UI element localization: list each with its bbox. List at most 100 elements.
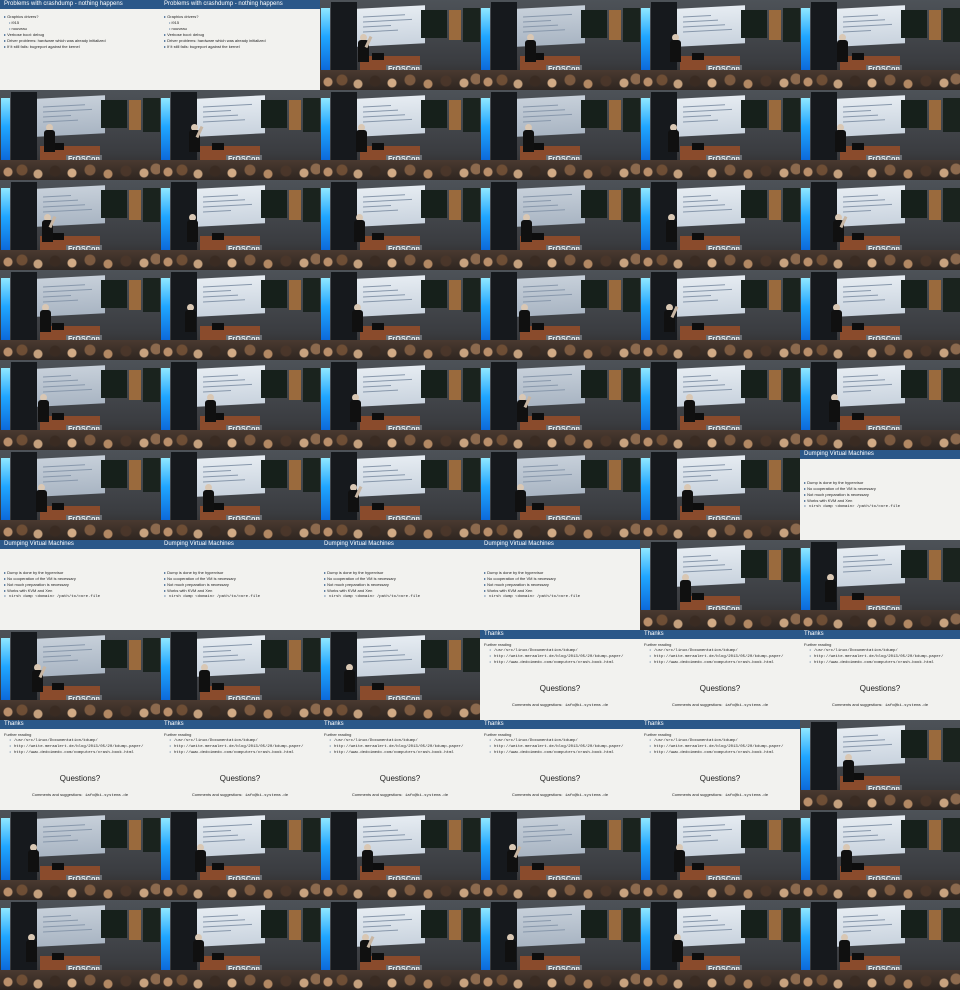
- window: [129, 280, 141, 310]
- projection-screen: [517, 905, 585, 947]
- screen-text-line: [363, 834, 405, 838]
- blue-light-panel: [1, 368, 10, 432]
- screen-text-line: [843, 750, 871, 753]
- audience: [320, 700, 480, 720]
- blue-light-panel: [161, 638, 170, 702]
- screen-text-line: [523, 824, 558, 828]
- laptop: [692, 503, 704, 510]
- audience: [160, 340, 320, 360]
- blue-light-panel: [321, 278, 330, 342]
- audience: [640, 520, 800, 540]
- speaker-body: [352, 310, 363, 332]
- slide-link: http://www.dedoimedo.com/computers/crash…: [484, 660, 638, 666]
- screen-text-line: [363, 118, 412, 123]
- screen-text-line: [203, 919, 245, 923]
- laptop: [372, 953, 384, 960]
- screen-text-line: [363, 389, 398, 393]
- speaker-body: [670, 40, 681, 62]
- audience: [640, 610, 800, 630]
- screen-text-line: [843, 103, 892, 108]
- contact-email: iafo@bi-systems.de: [722, 704, 769, 708]
- blue-light-panel: [801, 908, 810, 972]
- blue-light-panel: [161, 368, 170, 432]
- speaker: [354, 214, 365, 242]
- audience: [160, 970, 320, 990]
- screen-text-line: [683, 559, 718, 563]
- speaker: [829, 394, 840, 422]
- blue-light-panel: [641, 908, 650, 972]
- chalkboard: [463, 458, 480, 492]
- screen-text-line: [203, 119, 245, 123]
- window: [289, 460, 301, 490]
- slide-frame: Problems with crashdump - nothing happen…: [0, 0, 160, 90]
- screen-text-line: [683, 468, 732, 473]
- speaker: [38, 394, 49, 422]
- chalkboard: [143, 188, 160, 222]
- chalkboard: [421, 460, 447, 488]
- screen-text-line: [363, 205, 391, 208]
- dark-pillar: [11, 182, 37, 256]
- window: [769, 280, 781, 310]
- window: [769, 190, 781, 220]
- slide-frame: Thanks Further reading/usr/src/linux/Docu…: [640, 720, 800, 810]
- laptop: [52, 503, 64, 510]
- questions-heading: Questions?: [219, 774, 261, 783]
- screen-text-line: [363, 465, 391, 468]
- photo-frame: FrOSCon: [160, 360, 320, 450]
- projection-screen: [517, 455, 585, 497]
- window: [609, 370, 621, 400]
- photo-frame: FrOSCon: [320, 360, 480, 450]
- chalkboard: [741, 460, 767, 488]
- window: [609, 10, 621, 40]
- contact-line: Comments and suggestions: iafo@bi-system…: [320, 792, 480, 798]
- chalkboard: [581, 820, 607, 848]
- speaker: [841, 844, 852, 872]
- screen-text-line: [203, 654, 238, 658]
- contact-line: Comments and suggestions: iafo@bi-system…: [480, 702, 640, 708]
- chalkboard: [303, 368, 320, 402]
- blue-light-panel: [641, 8, 650, 72]
- screen-text-line: [363, 294, 405, 298]
- screen-text-line: [363, 914, 405, 918]
- laptop: [852, 593, 864, 600]
- screen-text-line: [683, 15, 711, 18]
- screen-text-line: [683, 19, 718, 23]
- slide-title: Thanks: [640, 720, 800, 729]
- photo-frame: FrOSCon: [0, 180, 160, 270]
- laptop: [532, 413, 544, 420]
- screen-text-line: [203, 103, 252, 108]
- screen-text-line: [203, 643, 252, 648]
- chalkboard: [463, 188, 480, 222]
- slide-title: Thanks: [480, 630, 640, 639]
- speaker: [664, 304, 679, 332]
- dark-pillar: [171, 632, 197, 706]
- speaker: [195, 844, 206, 872]
- speaker-body: [825, 580, 836, 602]
- photo-frame: FrOSCon: [800, 720, 960, 810]
- speaker: [668, 124, 679, 152]
- chalkboard: [261, 100, 287, 128]
- screen-text-line: [43, 928, 92, 933]
- blue-light-panel: [801, 728, 810, 792]
- screen-text-line: [43, 288, 92, 293]
- window: [449, 370, 461, 400]
- screen-text-line: [203, 110, 231, 113]
- audience: [480, 250, 640, 270]
- screen-text-line: [843, 114, 878, 118]
- screen-text-line: [363, 829, 398, 833]
- screen-text-line: [523, 109, 565, 113]
- screen-text-line: [843, 23, 892, 28]
- projection-screen: [517, 815, 585, 857]
- screen-text-line: [523, 113, 572, 118]
- screen-text-line: [683, 284, 725, 288]
- audience: [640, 970, 800, 990]
- screen-text-line: [203, 479, 245, 483]
- screen-text-line: [363, 478, 412, 483]
- laptop: [372, 233, 384, 240]
- screen-text-line: [523, 384, 558, 388]
- screen-text-line: [683, 839, 718, 843]
- contact-label: Comments and suggestions:: [671, 792, 723, 797]
- photo-frame: FrOSCon: [0, 90, 160, 180]
- photo-frame: FrOSCon: [320, 630, 480, 720]
- blue-light-panel: [481, 458, 490, 522]
